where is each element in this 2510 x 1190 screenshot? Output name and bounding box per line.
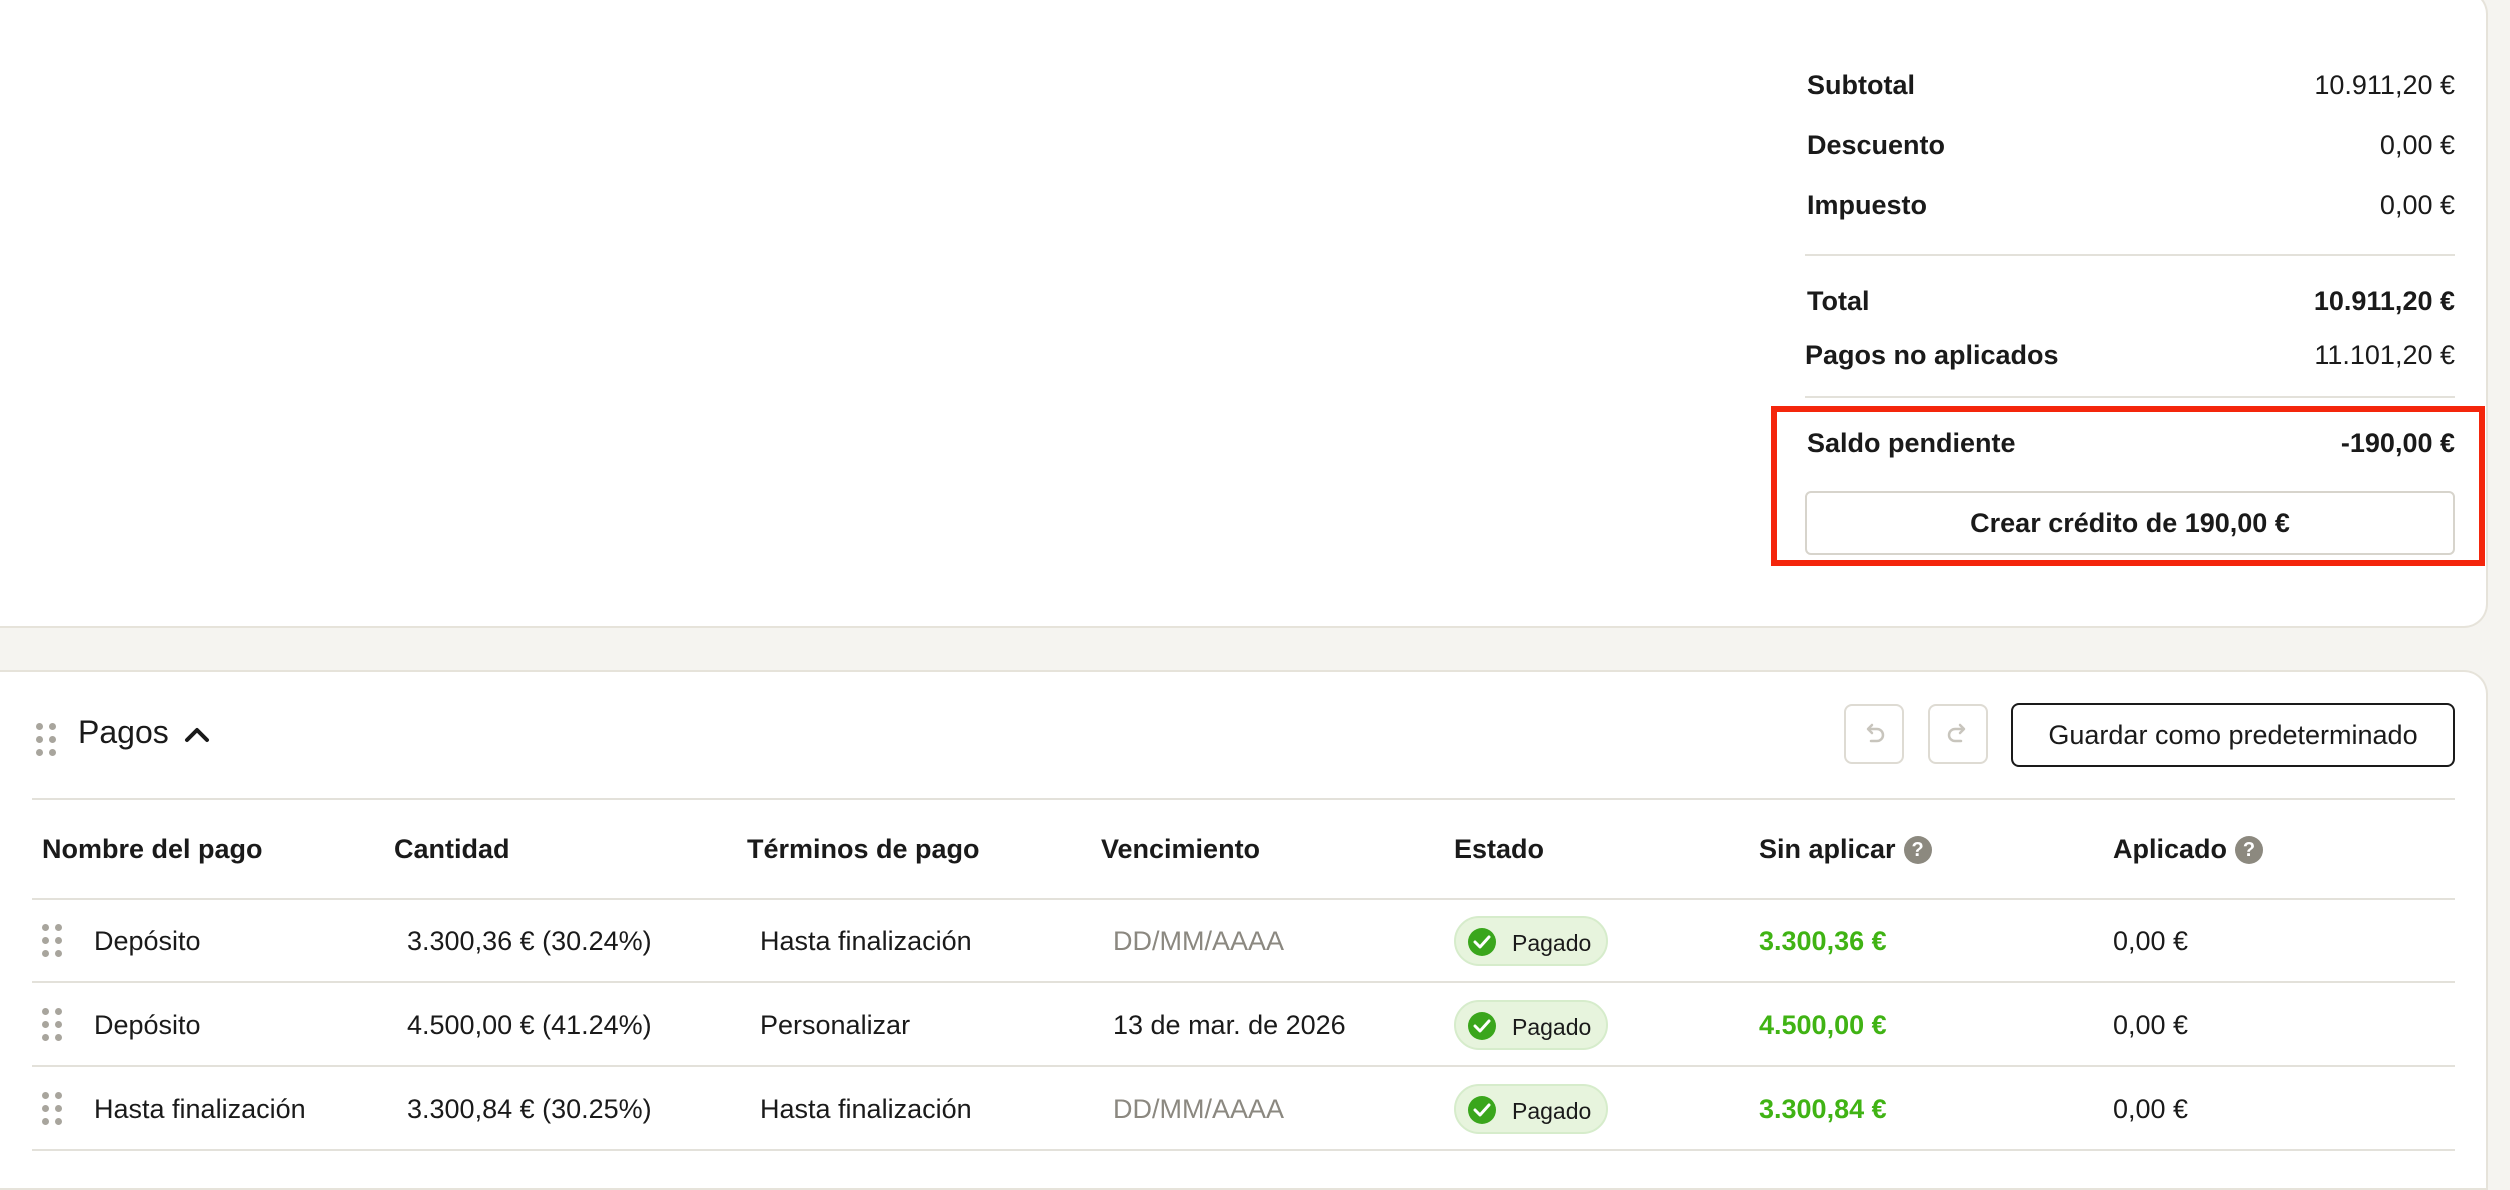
payment-amount[interactable]: 3.300,84 € (30.25%) (407, 1094, 652, 1125)
row-divider (32, 981, 2455, 983)
column-header-amount: Cantidad (394, 834, 510, 864)
payment-amount[interactable]: 3.300,36 € (30.24%) (407, 926, 652, 957)
unapplied-amount: 3.300,36 € (1759, 926, 1887, 956)
column-header-unapplied: Sin aplicar? (1759, 834, 1932, 865)
column-header-terms: Términos de pago (747, 834, 980, 864)
row-drag-handle-icon[interactable] (42, 924, 62, 957)
applied-amount: 0,00 € (2113, 926, 2189, 956)
subtotal-value: 10.911,20 € (2314, 70, 2455, 100)
row-drag-handle-icon[interactable] (42, 1092, 62, 1125)
unapplied-amount: 3.300,84 € (1759, 1094, 1887, 1124)
row-divider (32, 1149, 2455, 1151)
tax-row: Impuesto 0,00 € (1807, 190, 2455, 230)
subtotal-label: Subtotal (1807, 70, 1915, 100)
status-label: Pagado (1512, 1098, 1592, 1124)
due-date-field[interactable]: 13 de mar. de 2026 (1113, 1010, 1346, 1041)
summary-divider (1805, 254, 2455, 256)
row-divider (32, 898, 2455, 900)
total-label: Total (1807, 286, 1870, 316)
redo-icon (1947, 723, 1966, 743)
unapplied-payments-row: Pagos no aplicados 11.101,20 € (1805, 340, 2455, 380)
tax-value: 0,00 € (2379, 190, 2455, 220)
payment-terms[interactable]: Personalizar (760, 1010, 910, 1041)
undo-button[interactable] (1844, 704, 1904, 764)
status-label: Pagado (1512, 1014, 1592, 1040)
undo-icon (1866, 723, 1885, 743)
due-date-field[interactable]: DD/MM/AAAA (1113, 926, 1284, 957)
applied-amount: 0,00 € (2113, 1010, 2189, 1040)
due-date-field[interactable]: DD/MM/AAAA (1113, 1094, 1284, 1125)
check-circle-icon (1468, 1012, 1496, 1040)
status-badge: Pagado (1454, 1000, 1608, 1050)
save-as-default-button[interactable]: Guardar como predeterminado (2011, 703, 2455, 767)
payment-terms[interactable]: Hasta finalización (760, 1094, 972, 1125)
help-icon[interactable]: ? (1903, 836, 1932, 864)
payment-name: Hasta finalización (94, 1094, 306, 1124)
discount-row: Descuento 0,00 € (1807, 130, 2455, 170)
applied-amount: 0,00 € (2113, 1094, 2189, 1124)
status-badge: Pagado (1454, 916, 1608, 966)
column-header-status: Estado (1454, 834, 1545, 864)
redo-button[interactable] (1928, 704, 1988, 764)
column-header-applied-label: Aplicado (2113, 834, 2228, 864)
payment-name: Depósito (94, 1010, 201, 1040)
payment-terms[interactable]: Hasta finalización (760, 926, 972, 957)
status-badge: Pagado (1454, 1084, 1608, 1134)
payments-section-title: Pagos (78, 714, 169, 750)
discount-value: 0,00 € (2379, 130, 2455, 160)
row-drag-handle-icon[interactable] (42, 1008, 62, 1041)
summary-divider (1805, 396, 2455, 398)
unapplied-payments-value: 11.101,20 € (2314, 340, 2455, 370)
discount-label: Descuento (1807, 130, 1946, 160)
column-header-unapplied-label: Sin aplicar (1759, 834, 1896, 864)
highlight-box (1771, 406, 2485, 566)
row-divider (32, 1065, 2455, 1067)
column-header-due: Vencimiento (1101, 834, 1261, 864)
column-header-applied: Aplicado? (2113, 834, 2264, 865)
tax-label: Impuesto (1807, 190, 1928, 220)
subtotal-row: Subtotal 10.911,20 € (1807, 70, 2455, 110)
check-circle-icon (1468, 928, 1496, 956)
drag-handle-icon[interactable] (36, 723, 56, 756)
status-label: Pagado (1512, 930, 1592, 956)
payment-name: Depósito (94, 926, 201, 956)
check-circle-icon (1468, 1096, 1496, 1124)
unapplied-amount: 4.500,00 € (1759, 1010, 1887, 1040)
unapplied-payments-label: Pagos no aplicados (1805, 340, 2059, 370)
chevron-up-icon[interactable] (180, 718, 214, 752)
table-header-divider (32, 798, 2455, 800)
total-value: 10.911,20 € (2313, 286, 2455, 316)
total-row: Total 10.911,20 € (1807, 286, 2455, 326)
column-header-name: Nombre del pago (42, 834, 263, 864)
help-icon[interactable]: ? (2235, 836, 2264, 864)
payment-amount[interactable]: 4.500,00 € (41.24%) (407, 1010, 652, 1041)
